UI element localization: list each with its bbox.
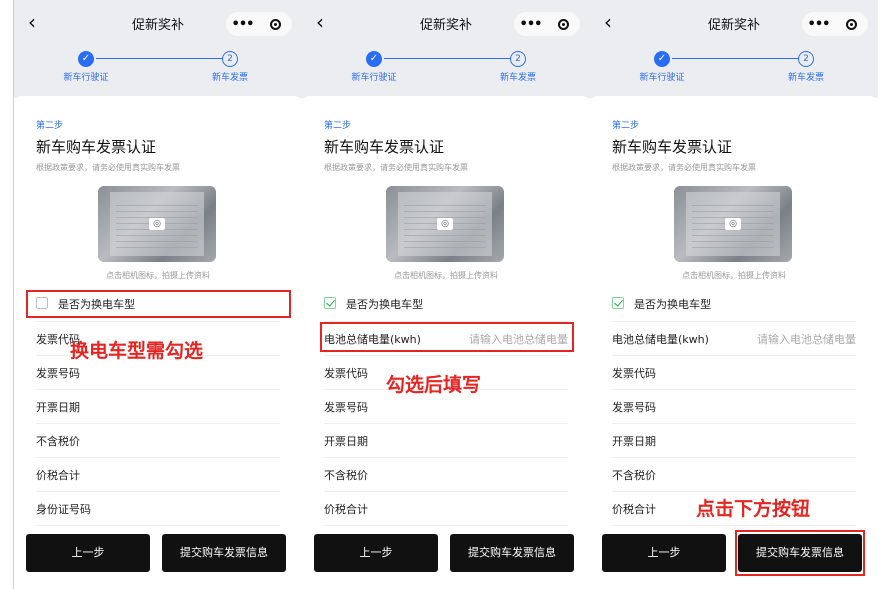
annotation-text: 换电车型需勾选 (70, 340, 204, 362)
step2-number: 2 (798, 51, 814, 67)
field-label: 价税合计 (36, 469, 80, 482)
step2-number: 2 (510, 51, 526, 67)
card-title: 新车购车发票认证 (324, 138, 445, 156)
checkbox-label: 是否为换电车型 (634, 298, 711, 311)
swap-battery-checkbox-row[interactable]: 是否为换电车型 (324, 288, 568, 322)
field-row[interactable]: 开票日期 (324, 424, 568, 458)
prev-step-button[interactable]: 上一步 (602, 534, 726, 572)
invoice-photo-upload[interactable]: ◎ (98, 186, 216, 262)
camera-icon[interactable]: ◎ (437, 218, 453, 230)
field-label: 价税合计 (324, 503, 368, 516)
card-title: 新车购车发票认证 (612, 138, 733, 156)
step-indicator: ✓ 2 新车行驶证 新车发票 (590, 46, 878, 98)
nav-bar: ‹ 促新奖补 ••• (590, 0, 878, 46)
field-row[interactable]: 价税合计 (324, 492, 568, 526)
step2-label: 新车发票 (787, 73, 824, 83)
submit-invoice-button[interactable]: 提交购车发票信息 (162, 534, 286, 572)
step-progress-line (384, 58, 510, 59)
swap-battery-checkbox[interactable] (324, 297, 336, 309)
field-label: 开票日期 (612, 435, 656, 448)
field-row[interactable]: 发票代码 (612, 356, 856, 390)
field-label: 身份证号码 (36, 503, 91, 516)
field-row[interactable]: 发票号码 (612, 390, 856, 424)
phone-screen-3: ‹ 促新奖补 ••• ✓ 2 新车行驶证 新车发票 第二步 新车购车发票认证 根… (590, 0, 878, 589)
field-label: 发票号码 (324, 401, 368, 414)
battery-capacity-row[interactable]: 电池总储电量(kwh) 请输入电池总储电量 (612, 322, 856, 356)
submit-invoice-button[interactable]: 提交购车发票信息 (450, 534, 574, 572)
more-icon[interactable]: ••• (802, 17, 835, 32)
close-target-icon[interactable] (835, 18, 868, 30)
annotation-text: 点击下方按钮 (696, 498, 811, 520)
annotation-text: 勾选后填写 (386, 374, 482, 396)
step-tag: 第二步 (36, 121, 64, 131)
invoice-photo-upload[interactable]: ◎ (674, 186, 792, 262)
mini-program-capsule: ••• (514, 12, 580, 36)
photo-hint: 点击相机图标，拍摄上传资料 (394, 271, 498, 280)
phone-screen-2: ‹ 促新奖补 ••• ✓ 2 新车行驶证 新车发票 第二步 新车购车发票认证 根… (302, 0, 590, 589)
more-icon[interactable]: ••• (514, 17, 547, 32)
photo-hint: 点击相机图标，拍摄上传资料 (682, 271, 786, 280)
field-row[interactable]: 不含税价 (612, 458, 856, 492)
step2-number: 2 (222, 51, 238, 67)
card-description: 根据政策要求，请务必使用真实购车发票 (612, 163, 756, 172)
mini-program-capsule: ••• (802, 12, 868, 36)
swap-battery-checkbox-row[interactable]: 是否为换电车型 (612, 288, 856, 322)
field-label: 发票代码 (612, 367, 656, 380)
close-target-icon[interactable] (259, 18, 292, 30)
step1-check-icon: ✓ (654, 51, 670, 67)
invoice-photo-upload[interactable]: ◎ (386, 186, 504, 262)
field-row[interactable]: 开票日期 (612, 424, 856, 458)
field-label: 发票号码 (36, 367, 80, 380)
battery-capacity-label: 电池总储电量(kwh) (612, 333, 709, 346)
mini-program-capsule: ••• (226, 12, 292, 36)
step1-check-icon: ✓ (78, 51, 94, 67)
highlight-box (735, 530, 865, 576)
nav-bar: ‹ 促新奖补 ••• (14, 0, 302, 46)
step-progress-line (96, 58, 222, 59)
step1-label: 新车行驶证 (639, 73, 685, 83)
field-row[interactable]: 身份证号码 (36, 492, 280, 526)
step2-label: 新车发票 (499, 73, 536, 83)
field-row[interactable]: 不含税价 (324, 458, 568, 492)
step2-label: 新车发票 (211, 73, 248, 83)
card-title: 新车购车发票认证 (36, 138, 157, 156)
highlight-box (320, 322, 574, 352)
step-indicator: ✓ 2 新车行驶证 新车发票 (14, 46, 302, 98)
field-label: 不含税价 (612, 469, 656, 482)
field-label: 价税合计 (612, 503, 656, 516)
phone-screen-1: ‹ 促新奖补 ••• ✓ 2 新车行驶证 新车发票 第二步 新车购车发票认证 根… (14, 0, 302, 589)
field-row[interactable]: 开票日期 (36, 390, 280, 424)
card-description: 根据政策要求，请务必使用真实购车发票 (36, 163, 180, 172)
checkbox-label: 是否为换电车型 (346, 298, 423, 311)
step1-check-icon: ✓ (366, 51, 382, 67)
prev-step-button[interactable]: 上一步 (26, 534, 150, 572)
photo-hint: 点击相机图标，拍摄上传资料 (106, 271, 210, 280)
field-label: 发票代码 (324, 367, 368, 380)
nav-bar: ‹ 促新奖补 ••• (302, 0, 590, 46)
close-target-icon[interactable] (547, 18, 580, 30)
camera-icon[interactable]: ◎ (725, 218, 741, 230)
more-icon[interactable]: ••• (226, 17, 259, 32)
step1-label: 新车行驶证 (63, 73, 109, 83)
field-label: 发票号码 (612, 401, 656, 414)
step-progress-line (672, 58, 798, 59)
swap-battery-checkbox[interactable] (612, 297, 624, 309)
field-label: 开票日期 (324, 435, 368, 448)
prev-step-button[interactable]: 上一步 (314, 534, 438, 572)
camera-icon[interactable]: ◎ (149, 218, 165, 230)
step1-label: 新车行驶证 (351, 73, 397, 83)
step-tag: 第二步 (612, 121, 640, 131)
battery-capacity-input[interactable]: 请输入电池总储电量 (757, 331, 856, 347)
field-label: 不含税价 (324, 469, 368, 482)
step-tag: 第二步 (324, 121, 352, 131)
field-label: 不含税价 (36, 435, 80, 448)
field-label: 开票日期 (36, 401, 80, 414)
step-indicator: ✓ 2 新车行驶证 新车发票 (302, 46, 590, 98)
highlight-box (26, 290, 291, 318)
card-description: 根据政策要求，请务必使用真实购车发票 (324, 163, 468, 172)
field-row[interactable]: 价税合计 (36, 458, 280, 492)
field-row[interactable]: 不含税价 (36, 424, 280, 458)
